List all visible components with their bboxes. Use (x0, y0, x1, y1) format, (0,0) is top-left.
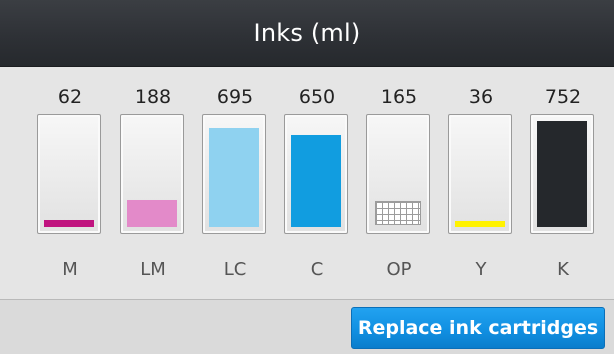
ink-cartridges-panel: 62 M 188 LM 695 LC 650 C 165 OP 36 Y 752… (0, 67, 614, 299)
ink-cartridge-y[interactable] (448, 114, 512, 234)
ink-amount: 752 (544, 86, 582, 108)
ink-column-lc[interactable]: 695 LC (202, 67, 268, 299)
ink-cartridge-lm[interactable] (120, 114, 184, 234)
ink-label: LC (223, 259, 247, 280)
ink-amount: 695 (216, 86, 254, 108)
ink-amount: 650 (298, 86, 336, 108)
ink-label: K (557, 259, 569, 280)
ink-cartridge-op[interactable] (366, 114, 430, 234)
ink-label: OP (386, 259, 412, 280)
ink-level-fill (44, 220, 94, 227)
title-bar: Inks (ml) (0, 0, 614, 67)
ink-column-m[interactable]: 62 M (37, 67, 103, 299)
ink-level-fill (537, 121, 587, 227)
ink-column-k[interactable]: 752 K (530, 67, 596, 299)
ink-amount: 188 (134, 86, 172, 108)
ink-level-fill (375, 201, 421, 225)
ink-cartridge-lc[interactable] (202, 114, 266, 234)
ink-label: C (310, 259, 324, 280)
ink-label: M (62, 259, 78, 280)
inks-screen: Inks (ml) 62 M 188 LM 695 LC 650 C 165 O… (0, 0, 614, 354)
ink-cartridge-c[interactable] (284, 114, 348, 234)
ink-column-y[interactable]: 36 Y (448, 67, 514, 299)
page-title: Inks (ml) (253, 19, 361, 47)
ink-column-op[interactable]: 165 OP (366, 67, 432, 299)
ink-level-fill (291, 135, 341, 227)
ink-cartridge-m[interactable] (37, 114, 101, 234)
ink-amount: 36 (468, 86, 494, 108)
ink-cartridge-k[interactable] (530, 114, 594, 234)
ink-label: Y (475, 259, 487, 280)
ink-column-lm[interactable]: 188 LM (120, 67, 186, 299)
ink-column-c[interactable]: 650 C (284, 67, 350, 299)
ink-level-fill (455, 221, 505, 227)
ink-label: LM (140, 259, 166, 280)
ink-amount: 62 (57, 86, 83, 108)
replace-ink-cartridges-button[interactable]: Replace ink cartridges (351, 307, 605, 349)
ink-level-fill (209, 128, 259, 227)
ink-amount: 165 (380, 86, 418, 108)
ink-level-fill (127, 200, 177, 227)
